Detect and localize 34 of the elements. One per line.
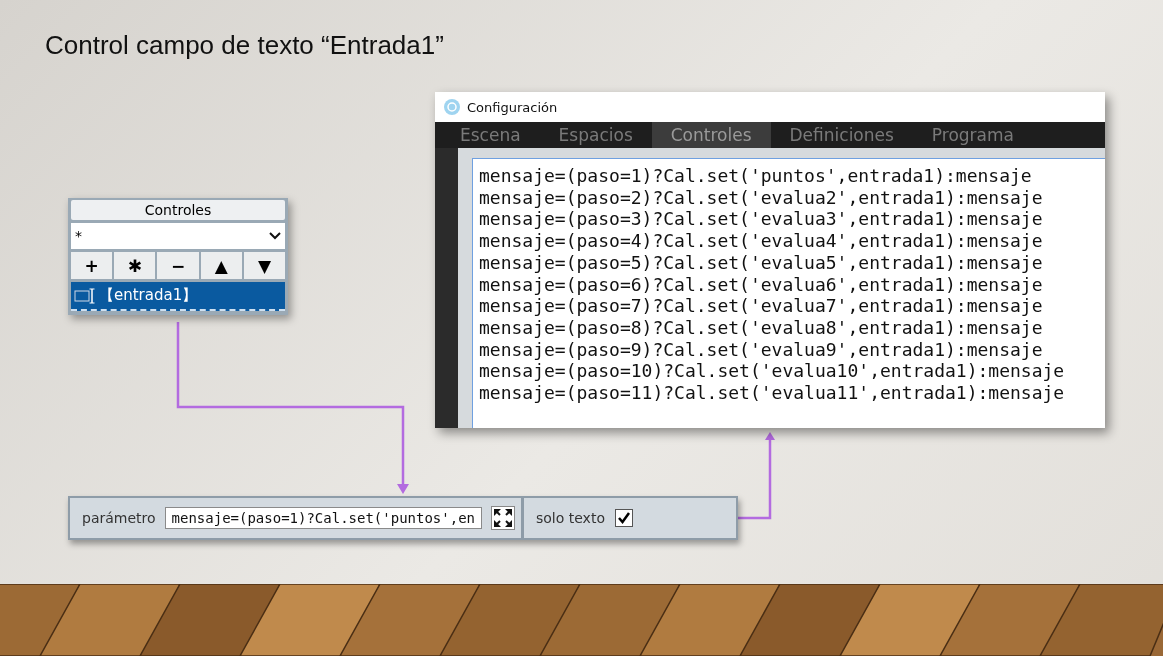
- code-line: mensaje=(paso=7)?Cal.set('evalua7',entrada1):mensaje: [479, 295, 1044, 317]
- panel-title[interactable]: Controles: [71, 200, 285, 220]
- window-title: Configuración: [467, 99, 558, 115]
- toolbar-button[interactable]: +: [71, 252, 113, 279]
- expand-icon[interactable]: [491, 506, 515, 530]
- parameter-field[interactable]: mensaje=(paso=1)?Cal.set('puntos',en: [164, 507, 482, 529]
- toolbar-button[interactable]: ✱: [114, 252, 156, 279]
- code-line: mensaje=(paso=4)?Cal.set('evalua4',entrada1):mensaje: [479, 230, 1044, 252]
- control-list-item[interactable]: 【entrada1】: [71, 282, 285, 311]
- slide-title: Control campo de texto “Entrada1”: [45, 30, 444, 61]
- code-line: mensaje=(paso=1)?Cal.set('puntos',entrada1):mensaje: [479, 165, 1033, 187]
- field-label: parámetro: [82, 510, 156, 526]
- tab[interactable]: Escena: [441, 122, 540, 148]
- code-line: mensaje=(paso=3)?Cal.set('evalua3',entrada1):mensaje: [479, 208, 1044, 231]
- checkbox[interactable]: [614, 509, 633, 527]
- tab[interactable]: Definiciones: [770, 122, 913, 148]
- toolbar-button[interactable]: ▼: [243, 252, 285, 279]
- tab[interactable]: Espacios: [539, 122, 652, 148]
- app-icon: [443, 98, 461, 116]
- code-line: mensaje=(paso=8)?Cal.set('evalua8',entrada1):mensaje: [479, 316, 1044, 339]
- code-line: mensaje=(paso=10)?Cal.set('evalua10',entrada1):mensaje: [479, 360, 1066, 383]
- code-line: mensaje=(paso=5)?Cal.set('evalua5',entrada1):mensaje: [479, 251, 1044, 274]
- code-line: mensaje=(paso=6)?Cal.set('evalua6',entrada1):mensaje: [479, 273, 1044, 296]
- checkbox-label: solo texto: [536, 510, 605, 526]
- toolbar-button[interactable]: ▲: [200, 252, 242, 279]
- toolbar-button[interactable]: −: [157, 252, 199, 279]
- chevron-down-icon: [269, 232, 281, 240]
- filter-dropdown[interactable]: *: [71, 223, 285, 249]
- code-line: mensaje=(paso=9)?Cal.set('evalua9',entrada1):mensaje: [479, 338, 1044, 361]
- code-line: mensaje=(paso=2)?Cal.set('evalua2',entrada1):mensaje: [479, 186, 1044, 209]
- tab[interactable]: Controles: [651, 122, 771, 148]
- tab[interactable]: Programa: [912, 122, 1033, 148]
- text-field-icon: [74, 287, 96, 304]
- code-line: mensaje=(paso=11)?Cal.set('evalua11',entrada1):mensaje: [479, 382, 1066, 404]
